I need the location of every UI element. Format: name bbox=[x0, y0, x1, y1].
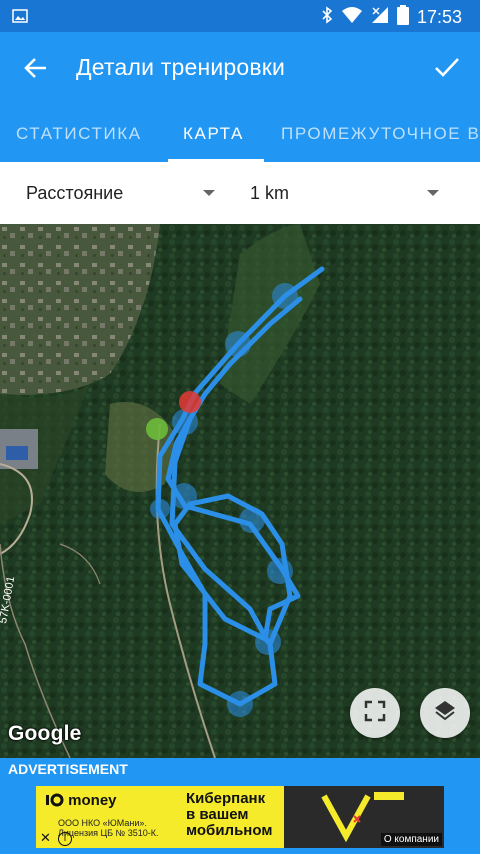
interval-dropdown[interactable]: 1 km bbox=[250, 162, 444, 224]
dropdown-arrow-icon bbox=[203, 190, 215, 196]
map-view[interactable]: 57K-0001 Google bbox=[0, 224, 480, 758]
signal-icon bbox=[371, 6, 389, 29]
status-bar: 17:53 bbox=[0, 0, 480, 32]
fullscreen-icon bbox=[364, 700, 386, 727]
check-icon[interactable] bbox=[432, 52, 462, 82]
close-icon[interactable]: ✕ bbox=[40, 830, 51, 846]
clock: 17:53 bbox=[416, 7, 462, 27]
tab-statistics[interactable]: СТАТИСТИКА bbox=[16, 124, 142, 144]
fullscreen-button[interactable] bbox=[350, 688, 400, 738]
start-marker bbox=[146, 418, 168, 440]
google-attribution: Google bbox=[8, 722, 82, 745]
layers-icon bbox=[433, 699, 457, 728]
layers-button[interactable] bbox=[420, 688, 470, 738]
tab-bar: СТАТИСТИКА КАРТА ПРОМЕЖУТОЧНОЕ В bbox=[0, 104, 480, 162]
interval-value: 1 km bbox=[250, 182, 290, 203]
metric-dropdown[interactable]: Расстояние bbox=[26, 162, 220, 224]
selectors-row: Расстояние 1 km bbox=[0, 162, 480, 224]
satellite-map: 57K-0001 bbox=[0, 224, 480, 758]
ad-headline: Киберпанк в вашем мобильном bbox=[186, 790, 273, 839]
ad-header: ADVERTISEMENT bbox=[0, 758, 480, 780]
ad-company-link[interactable]: О компании bbox=[380, 833, 442, 846]
page-title: Детали тренировки bbox=[76, 54, 286, 80]
tab-splits[interactable]: ПРОМЕЖУТОЧНОЕ В bbox=[281, 124, 480, 144]
arrow-back-icon[interactable] bbox=[22, 54, 50, 82]
ad-license: ООО НКО «ЮМани». Лицензия ЦБ № 3510-К. bbox=[58, 818, 159, 838]
tab-map[interactable]: КАРТА bbox=[183, 124, 244, 144]
ad-area: money ООО НКО «ЮМани». Лицензия ЦБ № 351… bbox=[0, 780, 480, 854]
dropdown-arrow-icon bbox=[427, 190, 439, 196]
wifi-icon bbox=[341, 6, 363, 29]
ad-label: ADVERTISEMENT bbox=[8, 761, 128, 777]
ad-brand: money bbox=[44, 792, 117, 809]
battery-icon bbox=[396, 5, 409, 30]
app-bar: Детали тренировки bbox=[0, 32, 480, 104]
bluetooth-icon bbox=[321, 6, 333, 29]
image-icon bbox=[12, 8, 28, 29]
metric-value: Расстояние bbox=[26, 182, 124, 203]
info-icon[interactable]: i bbox=[58, 832, 72, 846]
finish-marker bbox=[179, 391, 201, 413]
ad-banner[interactable]: money ООО НКО «ЮМани». Лицензия ЦБ № 351… bbox=[36, 786, 444, 848]
